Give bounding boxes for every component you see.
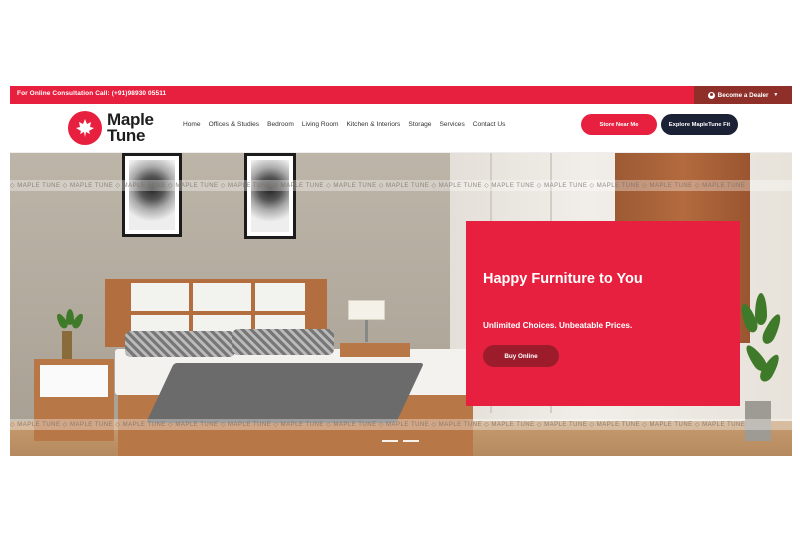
- nav-storage[interactable]: Storage: [408, 121, 431, 128]
- brand-logo[interactable]: Maple Tune: [68, 111, 154, 145]
- nav-living-room[interactable]: Living Room: [302, 121, 339, 128]
- lamp: [348, 300, 385, 320]
- user-icon: [707, 91, 715, 99]
- watermark-strip: ◇ MAPLE TUNE ◇ MAPLE TUNE ◇ MAPLE TUNE ◇…: [10, 419, 792, 430]
- buy-online-button[interactable]: Buy Online: [483, 345, 559, 367]
- nav-offices-studies[interactable]: Offices & Studies: [209, 121, 259, 128]
- top-bar: For Online Consultation Call: (+91)98930…: [10, 86, 792, 104]
- lamp-stem: [365, 320, 368, 342]
- maple-leaf-icon: [68, 111, 102, 145]
- nav-services[interactable]: Services: [439, 121, 464, 128]
- nav-home[interactable]: Home: [183, 121, 201, 128]
- nightstand-right: [340, 343, 410, 357]
- hero-banner: ◇ MAPLE TUNE ◇ MAPLE TUNE ◇ MAPLE TUNE ◇…: [10, 153, 792, 456]
- wall-art-right: [244, 153, 296, 239]
- watermark-text: ◇ MAPLE TUNE ◇ MAPLE TUNE ◇ MAPLE TUNE ◇…: [10, 422, 746, 428]
- nav-bedroom[interactable]: Bedroom: [267, 121, 294, 128]
- hero-subheadline: Unlimited Choices. Unbeatable Prices.: [483, 321, 633, 330]
- caret-down-icon: ▼: [773, 92, 779, 98]
- site-header: Maple Tune Home Offices & Studies Bedroo…: [10, 104, 792, 153]
- watermark-strip: ◇ MAPLE TUNE ◇ MAPLE TUNE ◇ MAPLE TUNE ◇…: [10, 180, 792, 191]
- nav-contact-us[interactable]: Contact Us: [473, 121, 506, 128]
- logo-wordmark: Maple Tune: [107, 111, 154, 145]
- website-frame: For Online Consultation Call: (+91)98930…: [10, 86, 792, 456]
- plant-pot-left: [62, 331, 72, 359]
- nav-kitchen-interiors[interactable]: Kitchen & Interiors: [346, 121, 400, 128]
- become-dealer-dropdown[interactable]: Become a Dealer ▼: [694, 86, 792, 104]
- watermark-text: ◇ MAPLE TUNE ◇ MAPLE TUNE ◇ MAPLE TUNE ◇…: [10, 183, 746, 189]
- carousel-indicators: [382, 440, 419, 442]
- carousel-dot[interactable]: [403, 440, 419, 442]
- hero-headline: Happy Furniture to You: [483, 271, 643, 287]
- explore-maple-tune-fit-button[interactable]: Explore MapleTune Fit: [661, 114, 738, 135]
- promo-card: Happy Furniture to You Unlimited Choices…: [466, 221, 740, 406]
- pillow: [125, 331, 235, 357]
- consultation-text: For Online Consultation Call: (+91)98930…: [17, 90, 167, 97]
- carousel-dot[interactable]: [382, 440, 398, 442]
- become-dealer-label: Become a Dealer: [717, 91, 769, 99]
- blanket: [146, 363, 424, 423]
- store-near-me-button[interactable]: Store Near Me: [581, 114, 657, 135]
- main-nav: Home Offices & Studies Bedroom Living Ro…: [183, 121, 513, 128]
- pillow: [232, 329, 334, 355]
- wall-art-left: [122, 153, 182, 237]
- logo-line-2: Tune: [107, 126, 146, 145]
